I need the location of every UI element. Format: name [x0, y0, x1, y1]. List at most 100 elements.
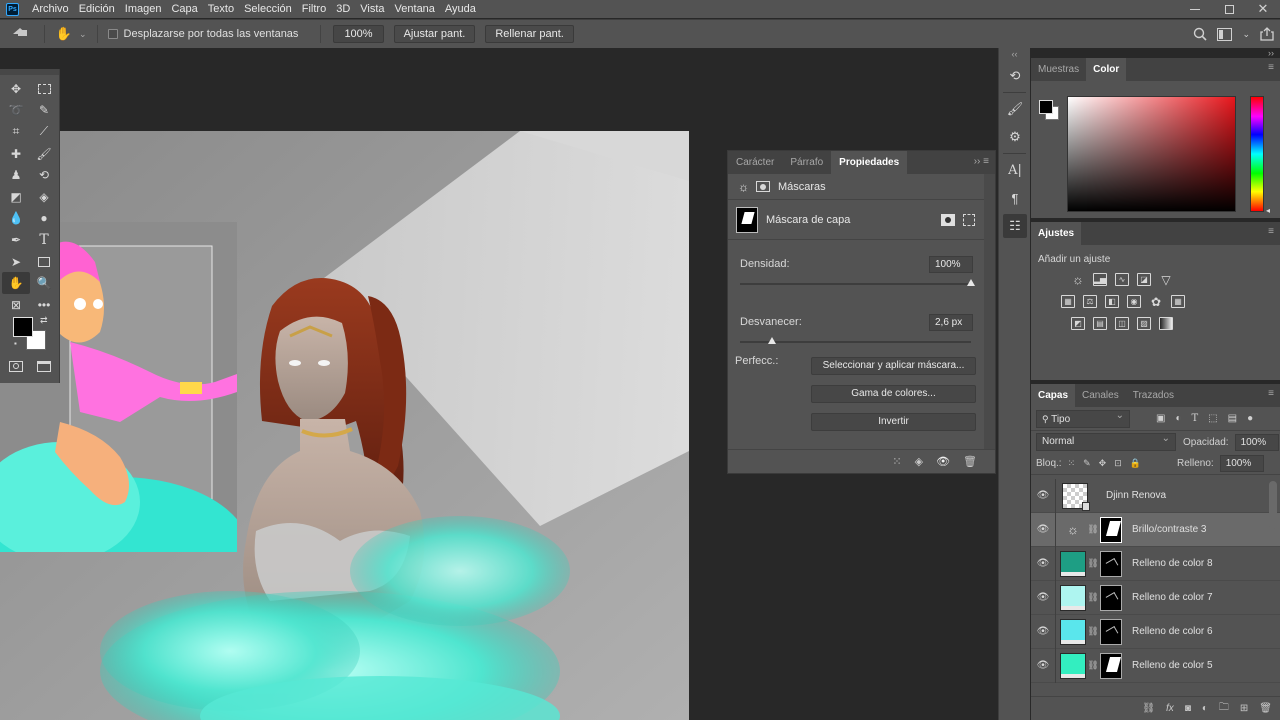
brush-tool-icon[interactable]: 🖌 [30, 143, 58, 165]
hand-tool-preset-icon[interactable]: ✋ [49, 20, 79, 48]
delete-layer-icon[interactable]: 🗑 [1259, 703, 1272, 714]
layer-mask-thumbnail[interactable] [1100, 652, 1122, 679]
filter-smart-object-icon[interactable]: ▤ [1228, 413, 1237, 424]
properties-scrollbar[interactable] [984, 174, 995, 450]
rectangle-tool-icon[interactable] [30, 251, 58, 273]
artboard-tool-icon[interactable]: ⊠ [2, 294, 30, 316]
screen-mode-icon[interactable] [37, 361, 51, 372]
home-button[interactable] [0, 20, 40, 48]
clone-stamp-tool-icon[interactable]: ♟ [2, 164, 30, 186]
minimize-button[interactable] [1178, 0, 1212, 18]
curves-icon[interactable]: ∿ [1115, 273, 1129, 286]
layer-row[interactable]: 👁 ⛓ Relleno de color 6 [1031, 614, 1280, 649]
tab-paths[interactable]: Trazados [1126, 384, 1181, 407]
blur-tool-icon[interactable]: 💧 [2, 208, 30, 230]
type-tool-icon[interactable]: T [30, 229, 58, 251]
history-panel-icon[interactable]: ⟲ [1003, 64, 1027, 88]
zoom-100-button[interactable]: 100% [333, 25, 384, 43]
new-adjustment-layer-icon[interactable]: ◐ [1202, 703, 1208, 714]
paint-bucket-tool-icon[interactable]: ◈ [30, 186, 58, 208]
feather-slider[interactable] [728, 334, 995, 356]
layer-mask-thumbnail[interactable] [1100, 516, 1122, 543]
properties-panel-icon[interactable]: ☷ [1003, 214, 1027, 238]
posterize-icon[interactable]: ▤ [1093, 317, 1107, 330]
foreground-color-swatch[interactable] [13, 317, 33, 337]
layer-style-icon[interactable]: fx [1166, 703, 1174, 714]
menu-capa[interactable]: Capa [166, 0, 202, 18]
link-layers-icon[interactable]: ⛓ [1142, 703, 1155, 714]
lock-transparency-icon[interactable]: ⁙ [1068, 458, 1076, 469]
feather-slider-thumb[interactable] [768, 337, 777, 344]
scroll-all-windows-checkbox[interactable] [107, 29, 118, 39]
layer-row[interactable]: 👁 ⛓ Relleno de color 7 [1031, 580, 1280, 615]
new-layer-icon[interactable]: ⊞ [1240, 703, 1248, 714]
menu-ayuda[interactable]: Ayuda [440, 0, 481, 18]
chevron-down-icon[interactable]: ⌄ [1242, 29, 1250, 40]
lock-position-icon[interactable]: ✥ [1099, 458, 1107, 469]
link-icon[interactable]: ⛓ [1086, 524, 1100, 535]
add-vector-mask-icon[interactable] [963, 213, 975, 226]
filter-shape-icon[interactable]: ⬚ [1208, 413, 1217, 424]
tab-layers[interactable]: Capas [1031, 384, 1076, 407]
path-selection-tool-icon[interactable]: ➤ [2, 251, 30, 273]
menu-imagen[interactable]: Imagen [120, 0, 167, 18]
maximize-button[interactable] [1212, 0, 1246, 18]
search-icon[interactable] [1193, 27, 1208, 41]
eraser-tool-icon[interactable]: ◩ [2, 186, 30, 208]
layers-scrollbar[interactable] [1269, 481, 1277, 529]
more-tools-icon[interactable]: ••• [30, 294, 58, 316]
visibility-eye-icon[interactable]: 👁 [1031, 558, 1055, 569]
apply-mask-icon[interactable]: ◈ [915, 455, 923, 468]
character-panel-icon[interactable]: A| [1003, 158, 1027, 182]
layer-row-selected[interactable]: 👁 ☼ ⛓ Brillo/contraste 3 [1031, 512, 1280, 547]
tab-character[interactable]: Carácter [728, 151, 782, 174]
close-button[interactable]: ✕ [1246, 0, 1280, 18]
selective-color-icon[interactable]: ▨ [1137, 317, 1151, 330]
panel-menu-icon[interactable]: ›› ≡ [974, 156, 989, 167]
layer-mask-thumbnail[interactable] [1100, 584, 1122, 611]
tab-color[interactable]: Color [1086, 58, 1127, 81]
hue-slider[interactable] [1250, 96, 1264, 212]
color-saturation-field[interactable] [1067, 96, 1236, 212]
hue-saturation-icon[interactable]: ▦ [1061, 295, 1075, 308]
share-icon[interactable] [1260, 27, 1274, 41]
menu-texto[interactable]: Texto [203, 0, 239, 18]
visibility-eye-icon[interactable]: 👁 [1031, 626, 1055, 637]
load-selection-icon[interactable]: ⁙ [892, 455, 901, 468]
layer-row[interactable]: 👁 Djinn Renova [1031, 478, 1280, 513]
lock-artboard-icon[interactable]: ⊡ [1114, 458, 1122, 469]
vibrance-icon[interactable]: ▽ [1159, 273, 1173, 287]
new-group-icon[interactable]: 🗀 [1219, 700, 1229, 717]
select-and-mask-button[interactable]: Seleccionar y aplicar máscara... [811, 357, 976, 375]
swap-colors-icon[interactable]: ⇄ [40, 315, 48, 326]
layer-mask-thumbnail[interactable] [1100, 618, 1122, 645]
panel-menu-icon[interactable]: ≡ [1268, 62, 1274, 73]
marquee-tool-icon[interactable] [30, 78, 58, 100]
quick-mask-icon[interactable] [9, 361, 23, 372]
density-input[interactable]: 100% [929, 255, 973, 273]
levels-icon[interactable]: ▂▅ [1093, 273, 1107, 286]
eyedropper-tool-icon[interactable]: ⟋ [30, 121, 58, 143]
color-balance-icon[interactable]: ⚖ [1083, 295, 1097, 308]
link-icon[interactable]: ⛓ [1086, 626, 1100, 637]
workspace-icon[interactable] [1217, 27, 1233, 41]
lock-pixels-icon[interactable]: ✎ [1083, 458, 1091, 469]
color-range-button[interactable]: Gama de colores... [811, 385, 976, 403]
threshold-icon[interactable]: ◫ [1115, 317, 1129, 330]
tab-swatches[interactable]: Muestras [1031, 58, 1086, 81]
filter-toggle-icon[interactable]: ● [1247, 413, 1253, 424]
paragraph-panel-icon[interactable]: ¶ [1003, 186, 1027, 210]
crop-tool-icon[interactable]: ⌗ [2, 121, 30, 143]
layer-kind-filter[interactable]: ⚲ Tipo [1036, 408, 1130, 428]
history-brush-tool-icon[interactable]: ⟲ [30, 164, 58, 186]
collapse-right-icon[interactable]: ›› [1031, 48, 1280, 58]
brightness-contrast-icon[interactable]: ☼ [1071, 272, 1085, 287]
tab-channels[interactable]: Canales [1075, 384, 1126, 407]
layer-row[interactable]: 👁 ⛓ Relleno de color 5 [1031, 648, 1280, 683]
default-colors-icon[interactable]: ▪ [14, 339, 17, 348]
invert-adjustment-icon[interactable]: ◩ [1071, 317, 1085, 330]
zoom-tool-icon[interactable]: 🔍 [30, 272, 58, 294]
fit-screen-button[interactable]: Ajustar pant. [393, 25, 476, 43]
color-lookup-icon[interactable]: ▦ [1171, 295, 1185, 308]
add-mask-icon[interactable]: ◙ [1185, 703, 1191, 714]
